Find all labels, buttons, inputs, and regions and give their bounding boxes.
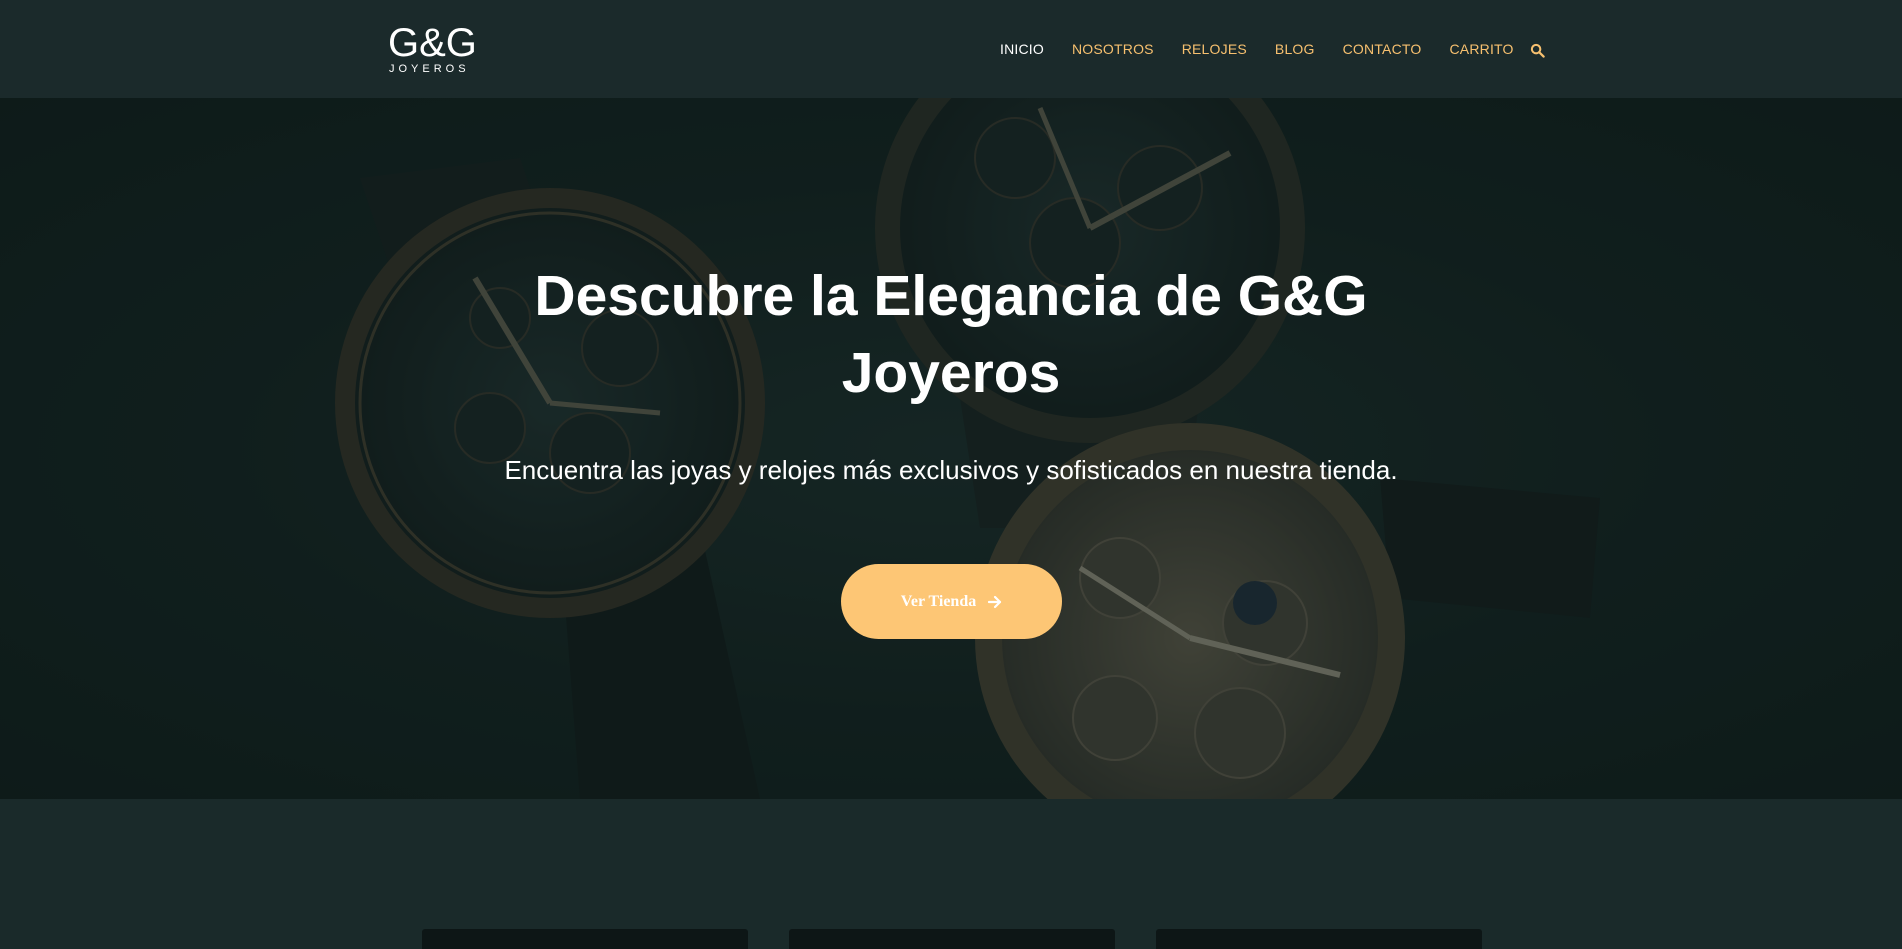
nav-item-relojes[interactable]: RELOJES — [1182, 41, 1247, 57]
hero-title: Descubre la Elegancia de G&G Joyeros — [534, 264, 1368, 405]
feature-card — [1156, 929, 1482, 949]
view-store-button[interactable]: Ver Tienda — [841, 564, 1062, 639]
logo-text: G&G — [388, 24, 477, 64]
hero-subtitle: Encuentra las joyas y relojes más exclus… — [504, 455, 1398, 485]
site-header: G&G JOYEROS INICIO NOSOTROS RELOJES BLOG… — [0, 0, 1902, 98]
search-icon[interactable] — [1530, 43, 1545, 58]
main-nav: INICIO NOSOTROS RELOJES BLOG CONTACTO CA… — [1000, 0, 1545, 98]
nav-item-nosotros[interactable]: NOSOTROS — [1072, 41, 1154, 57]
logo-mark: G&G — [388, 24, 477, 64]
nav-item-carrito[interactable]: CARRITO — [1450, 41, 1514, 57]
feature-card — [422, 929, 748, 949]
view-store-button-label: Ver Tienda — [900, 592, 977, 610]
hero-section: Descubre la Elegancia de G&G Joyeros Enc… — [0, 98, 1902, 799]
arrow-right-icon — [988, 595, 1002, 608]
featured-section — [0, 799, 1902, 949]
logo-subtitle: JOYEROS — [389, 63, 470, 75]
nav-item-inicio[interactable]: INICIO — [1000, 41, 1044, 57]
nav-item-contacto[interactable]: CONTACTO — [1343, 41, 1422, 57]
logo[interactable]: G&G JOYEROS — [388, 24, 478, 76]
feature-card — [789, 929, 1115, 949]
nav-item-blog[interactable]: BLOG — [1275, 41, 1315, 57]
